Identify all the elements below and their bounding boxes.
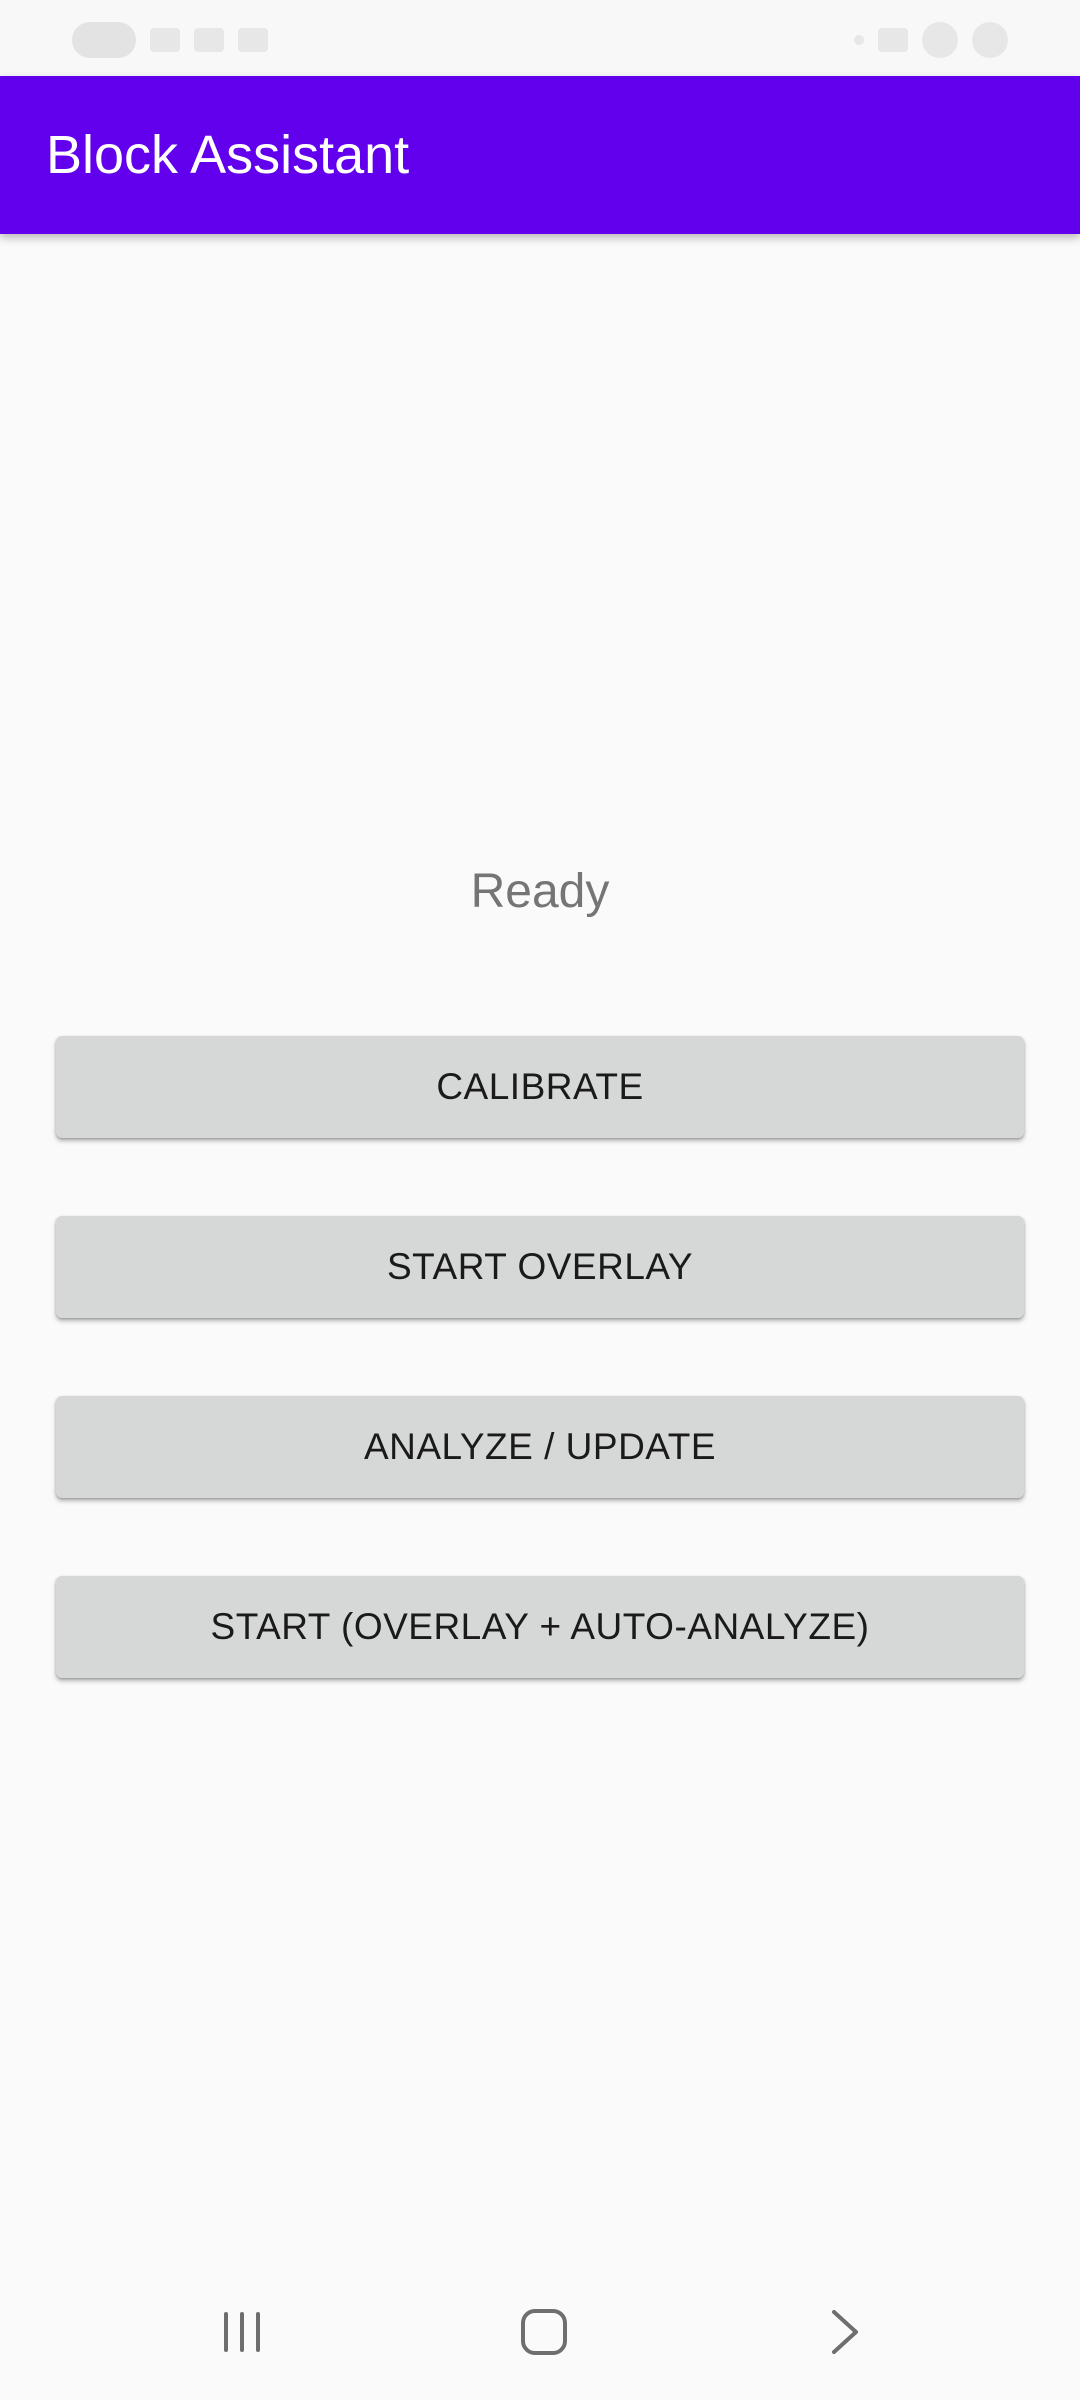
- notification-icon: [238, 28, 268, 52]
- notification-icon: [194, 28, 224, 52]
- home-icon: [521, 2309, 567, 2355]
- home-button[interactable]: [484, 2282, 604, 2382]
- system-status-bar: [0, 0, 1080, 76]
- notification-icon: [150, 28, 180, 52]
- system-navigation-bar: [0, 2264, 1080, 2400]
- recents-icon: [224, 2312, 260, 2352]
- signal-icon: [878, 28, 908, 52]
- calibrate-button[interactable]: CALIBRATE: [56, 1036, 1024, 1138]
- status-bar-left-icons: [72, 20, 268, 60]
- battery-icon: [972, 22, 1008, 58]
- analyze-update-button[interactable]: ANALYZE / UPDATE: [56, 1396, 1024, 1498]
- screen: Block Assistant Ready CALIBRATE START OV…: [0, 0, 1080, 2400]
- notification-pill-icon: [72, 22, 136, 58]
- back-button[interactable]: [786, 2282, 906, 2382]
- back-icon: [832, 2310, 858, 2354]
- app-bar: Block Assistant: [0, 76, 1080, 234]
- dot-icon: [854, 35, 864, 45]
- status-text: Ready: [470, 865, 610, 918]
- recents-button[interactable]: [182, 2282, 302, 2382]
- start-overlay-button[interactable]: START OVERLAY: [56, 1216, 1024, 1318]
- app-title: Block Assistant: [46, 125, 410, 185]
- whatsapp-icon: [922, 22, 958, 58]
- start-overlay-auto-analyze-button[interactable]: START (OVERLAY + AUTO-ANALYZE): [56, 1576, 1024, 1678]
- status-bar-right-icons: [854, 20, 1008, 60]
